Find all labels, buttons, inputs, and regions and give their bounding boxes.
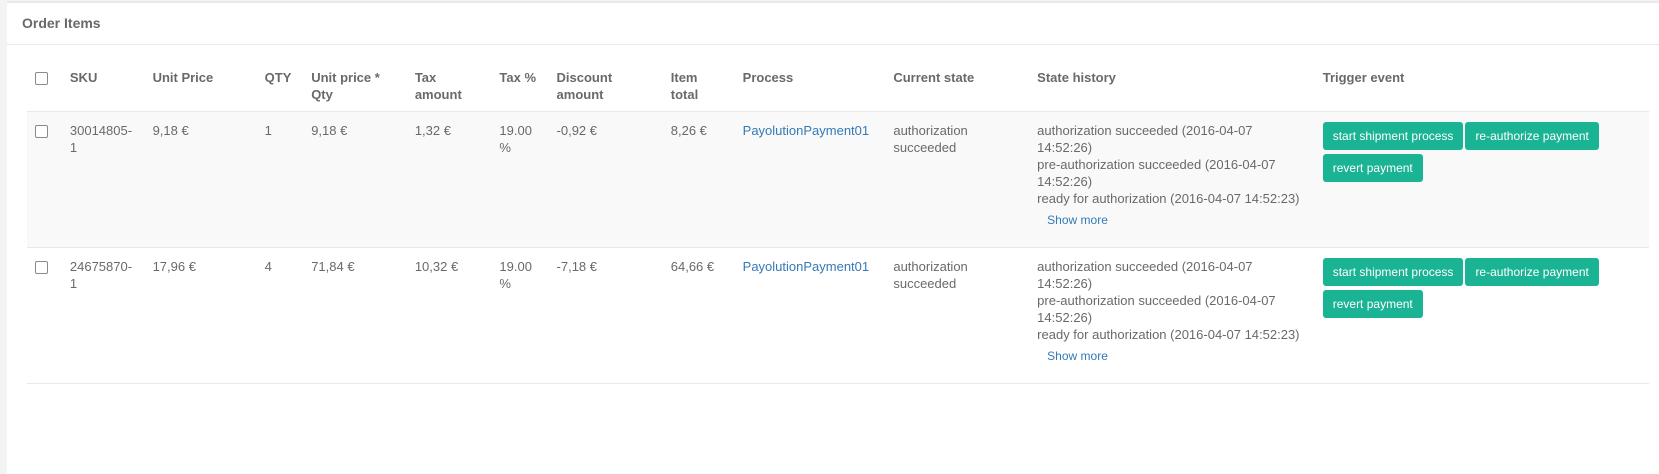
cell-tax-amount: 10,32 € (406, 247, 492, 384)
table-header-row: SKU Unit Price QTY Unit price * Qty Tax … (27, 59, 1649, 112)
header-current-state[interactable]: Current state (885, 59, 1030, 112)
cell-tax-amount: 1,32 € (406, 111, 492, 248)
cell-process: PayolutionPayment01 (734, 111, 886, 248)
select-all-checkbox[interactable] (35, 72, 48, 85)
history-entry: authorization succeeded (2016-04-07 14:5… (1037, 123, 1253, 155)
row-select-cell (27, 111, 62, 248)
cell-current-state: authorization succeeded (885, 247, 1030, 384)
header-trigger-event: Trigger event (1314, 59, 1649, 112)
header-process[interactable]: Process (734, 59, 886, 112)
header-discount-amount[interactable]: Discount amount (548, 59, 663, 112)
cell-discount-amount: -0,92 € (548, 111, 663, 248)
cell-trigger-event: start shipment process re-authorize payme… (1314, 247, 1649, 384)
cell-tax-percent: 19.00 % (491, 111, 549, 248)
cell-current-state: authorization succeeded (885, 111, 1030, 248)
history-entry: authorization succeeded (2016-04-07 14:5… (1037, 259, 1253, 291)
process-link[interactable]: PayolutionPayment01 (743, 123, 869, 138)
cell-item-total: 64,66 € (662, 247, 735, 384)
row-checkbox[interactable] (35, 125, 48, 138)
re-authorize-payment-button[interactable]: re-authorize payment (1465, 122, 1599, 150)
header-unit-price-qty[interactable]: Unit price * Qty (303, 59, 407, 112)
cell-state-history: authorization succeeded (2016-04-07 14:5… (1029, 247, 1315, 384)
header-sku[interactable]: SKU (61, 59, 145, 112)
cell-unit-price: 9,18 € (144, 111, 257, 248)
header-item-total[interactable]: Item total (662, 59, 735, 112)
cell-state-history: authorization succeeded (2016-04-07 14:5… (1029, 111, 1315, 248)
cell-unit-price-qty: 9,18 € (303, 111, 407, 248)
cell-unit-price: 17,96 € (144, 247, 257, 384)
cell-sku: 30014805-1 (61, 111, 145, 248)
re-authorize-payment-button[interactable]: re-authorize payment (1465, 258, 1599, 286)
revert-payment-button[interactable]: revert payment (1322, 290, 1423, 318)
panel-title: Order Items (7, 3, 1659, 45)
history-entry: pre-authorization succeeded (2016-04-07 … (1037, 293, 1276, 325)
header-tax-percent[interactable]: Tax % (491, 59, 549, 112)
show-more-link[interactable]: Show more (1047, 348, 1108, 365)
cell-process: PayolutionPayment01 (734, 247, 886, 384)
cell-trigger-event: start shipment process re-authorize payme… (1314, 111, 1649, 248)
order-items-table: SKU Unit Price QTY Unit price * Qty Tax … (27, 59, 1649, 384)
start-shipment-process-button[interactable]: start shipment process (1322, 258, 1464, 286)
cell-discount-amount: -7,18 € (548, 247, 663, 384)
cell-sku: 24675870-1 (61, 247, 145, 384)
header-state-history: State history (1029, 59, 1315, 112)
select-all-header (27, 59, 62, 112)
cell-item-total: 8,26 € (662, 111, 735, 248)
history-entry: ready for authorization (2016-04-07 14:5… (1037, 327, 1300, 342)
table-row: 24675870-1 17,96 € 4 71,84 € 10,32 € 19.… (27, 247, 1649, 384)
header-qty[interactable]: QTY (256, 59, 304, 112)
row-checkbox[interactable] (35, 261, 48, 274)
table-row: 30014805-1 9,18 € 1 9,18 € 1,32 € 19.00 … (27, 111, 1649, 248)
cell-qty: 4 (256, 247, 304, 384)
start-shipment-process-button[interactable]: start shipment process (1322, 122, 1464, 150)
header-unit-price[interactable]: Unit Price (144, 59, 257, 112)
history-entry: ready for authorization (2016-04-07 14:5… (1037, 191, 1300, 206)
process-link[interactable]: PayolutionPayment01 (743, 259, 869, 274)
order-items-panel: Order Items SKU Unit Price QTY Unit pric… (7, 1, 1659, 474)
cell-qty: 1 (256, 111, 304, 248)
header-tax-amount[interactable]: Tax amount (406, 59, 492, 112)
row-select-cell (27, 247, 62, 384)
cell-tax-percent: 19.00 % (491, 247, 549, 384)
show-more-link[interactable]: Show more (1047, 212, 1108, 229)
cell-unit-price-qty: 71,84 € (303, 247, 407, 384)
history-entry: pre-authorization succeeded (2016-04-07 … (1037, 157, 1276, 189)
revert-payment-button[interactable]: revert payment (1322, 154, 1423, 182)
